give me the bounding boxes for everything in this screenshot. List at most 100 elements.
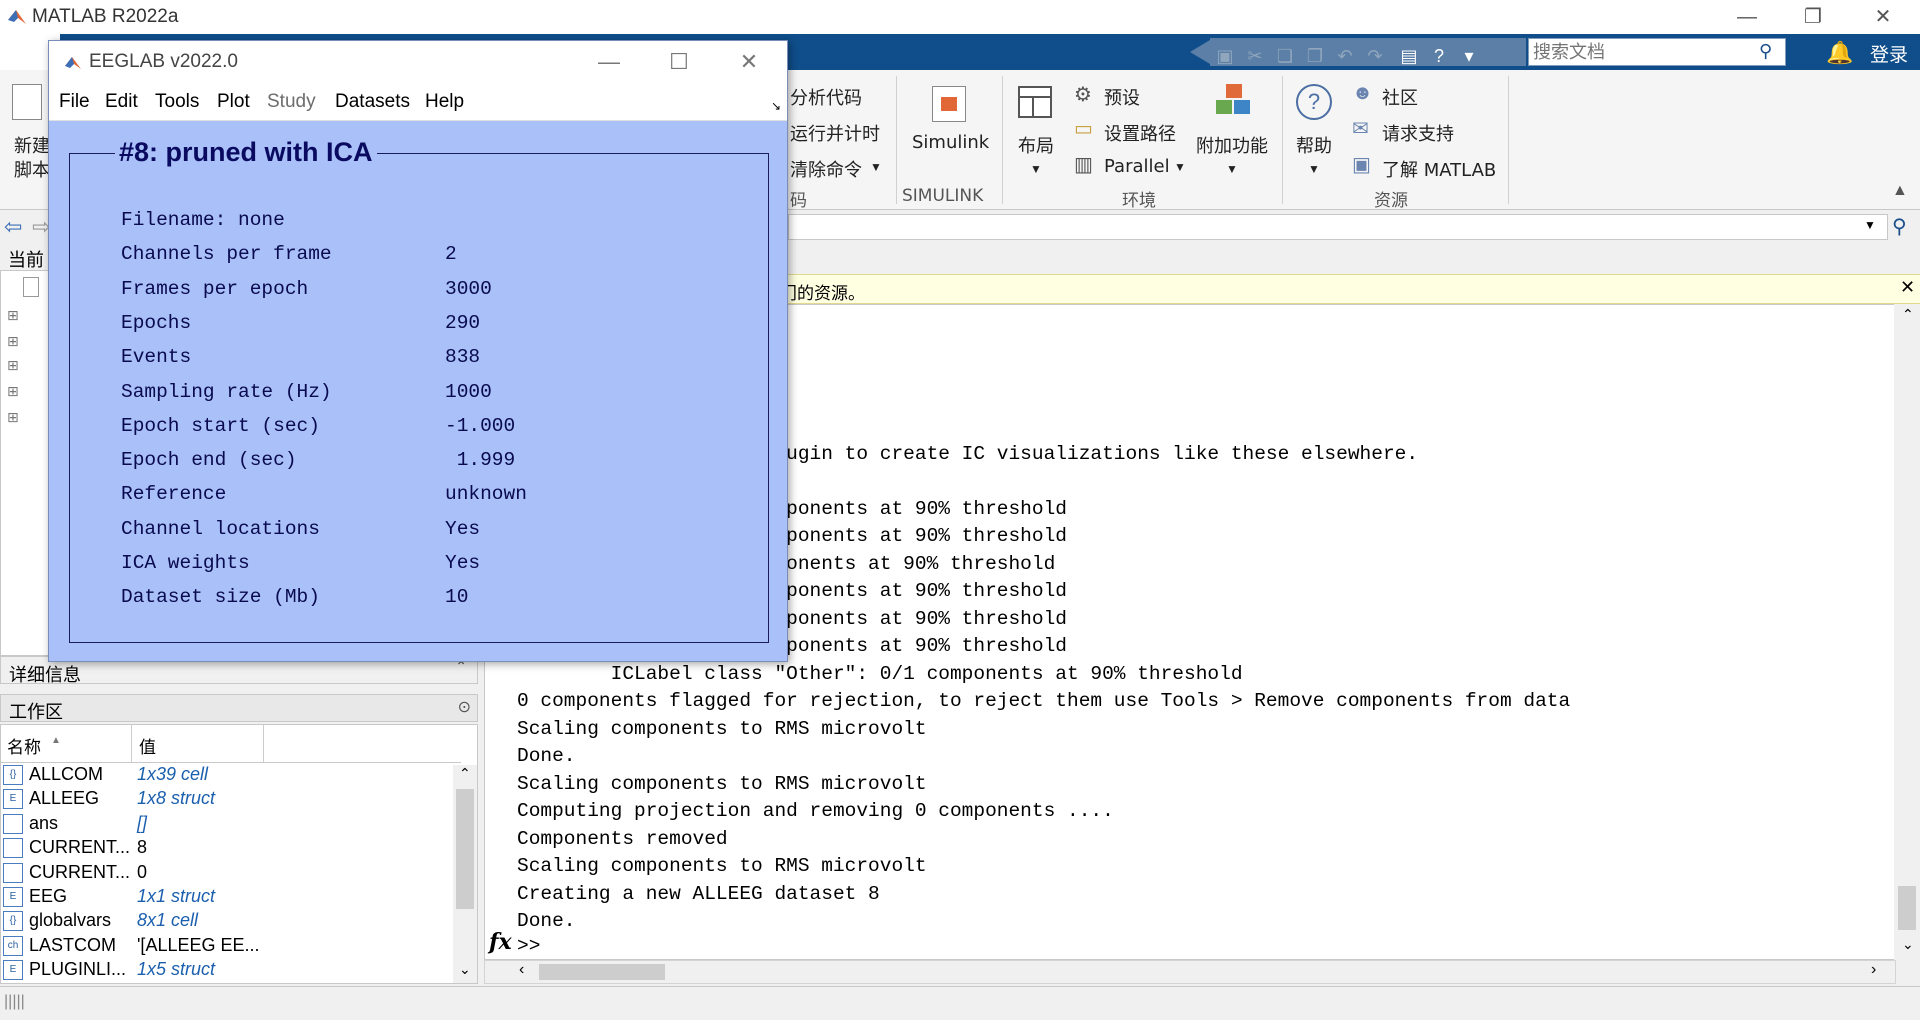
layout-icon[interactable] — [1018, 86, 1052, 118]
scroll-up-icon[interactable]: ⌃ — [459, 765, 471, 782]
addons-icon[interactable] — [1216, 84, 1252, 120]
menu-edit[interactable]: Edit — [105, 91, 138, 113]
close-hint-icon[interactable]: ✕ — [1900, 277, 1915, 298]
run-and-time-button[interactable]: 运行并计时 — [790, 120, 880, 146]
cut-icon[interactable]: ✂ — [1244, 46, 1266, 66]
new-script-label-2[interactable]: 脚本 — [14, 156, 50, 182]
close-button[interactable]: ✕ — [721, 47, 777, 77]
workspace-panel[interactable]: 名称 ▲ 值 {} ALLCOM 1x39 cell E ALLEEG 1x8 struc… — [0, 724, 478, 984]
notification-bell-icon[interactable]: 🔔 — [1826, 40, 1853, 66]
learn-matlab-button[interactable]: 了解 MATLAB — [1382, 156, 1496, 182]
redo-icon[interactable]: ↷ — [1364, 46, 1386, 66]
col-name-header[interactable]: 名称 — [7, 733, 41, 758]
collapse-ribbon-icon[interactable]: ▲ — [1892, 182, 1908, 200]
expand-icon[interactable]: ⊞ — [7, 357, 19, 374]
path-dropdown-icon[interactable]: ▼ — [1864, 218, 1876, 232]
info-value: -1.000 — [445, 414, 516, 437]
simulink-button[interactable]: Simulink — [912, 132, 989, 153]
maximize-button[interactable]: ☐ — [651, 47, 707, 77]
set-path-button[interactable]: 设置路径 — [1104, 120, 1176, 146]
eeglab-window[interactable]: EEGLAB v2022.0 — ☐ ✕ File Edit Tools Plo… — [48, 40, 788, 662]
chevron-down-icon[interactable]: ▼ — [1174, 160, 1186, 174]
command-horizontal-scrollbar[interactable]: ‹ › — [484, 960, 1896, 984]
minimize-button[interactable]: — — [581, 47, 637, 77]
workspace-row[interactable]: {} ALLCOM 1x39 cell — [1, 763, 457, 787]
parallel-button[interactable]: Parallel — [1104, 156, 1170, 177]
layout-button[interactable]: 布局 — [1018, 132, 1054, 158]
workspace-row[interactable]: ch LASTCOM '[ALLEEG EE... — [1, 934, 457, 958]
variable-type-icon: E — [3, 960, 23, 981]
search-icon[interactable]: ⚲ — [1759, 41, 1781, 63]
scroll-right-icon[interactable]: › — [1871, 961, 1876, 979]
addons-button[interactable]: 附加功能 — [1196, 132, 1268, 158]
doc-search-input[interactable] — [1529, 39, 1749, 65]
workspace-row[interactable]: CURRENT... 0 — [1, 861, 457, 885]
command-vertical-scrollbar[interactable]: ⌃ ⌄ — [1894, 304, 1920, 960]
help-button[interactable]: 帮助 — [1296, 132, 1332, 158]
workspace-row[interactable]: E ALLEEG 1x8 struct — [1, 787, 457, 811]
chevron-down-icon[interactable]: ▼ — [1226, 162, 1238, 176]
workspace-row[interactable]: {} globalvars 8x1 cell — [1, 909, 457, 933]
back-icon[interactable]: ⇦ — [4, 214, 22, 240]
current-folder-path-field[interactable] — [788, 214, 1888, 240]
workspace-row[interactable]: E EEG 1x1 struct — [1, 885, 457, 909]
menu-datasets[interactable]: Datasets — [335, 91, 410, 113]
close-button[interactable]: ✕ — [1860, 4, 1906, 30]
minimize-button[interactable]: — — [1724, 4, 1770, 30]
menu-file[interactable]: File — [59, 91, 90, 113]
new-script-label-1[interactable]: 新建 — [14, 132, 50, 158]
hint-text: 门的资源。 — [780, 284, 865, 304]
simulink-icon[interactable] — [932, 86, 966, 122]
help-icon[interactable]: ? — [1296, 84, 1332, 120]
menu-tools[interactable]: Tools — [155, 91, 199, 113]
scroll-down-icon[interactable]: ⌄ — [1902, 936, 1914, 953]
search-folder-icon[interactable]: ⚲ — [1892, 214, 1907, 239]
menu-plot[interactable]: Plot — [217, 91, 250, 113]
login-link[interactable]: 登录 — [1870, 40, 1908, 67]
resize-grip-icon: ||||| — [4, 993, 25, 1010]
command-prompt[interactable]: >> — [517, 935, 540, 957]
save-icon[interactable]: ▣ — [1214, 46, 1236, 66]
workspace-row[interactable]: CURRENT... 8 — [1, 836, 457, 860]
restore-button[interactable]: ❐ — [1790, 4, 1836, 30]
customize-toolbar-icon[interactable]: ▾ — [1458, 46, 1480, 66]
help-icon[interactable]: ? — [1428, 46, 1450, 66]
scroll-thumb[interactable] — [539, 964, 665, 980]
menu-study[interactable]: Study — [267, 91, 316, 113]
menu-help[interactable]: Help — [425, 91, 464, 113]
preferences-button[interactable]: 预设 — [1104, 84, 1140, 110]
fx-icon[interactable]: fx — [489, 929, 512, 955]
undo-icon[interactable]: ↶ — [1334, 46, 1356, 66]
workspace-row[interactable]: ans [] — [1, 812, 457, 836]
workspace-scrollbar[interactable]: ⌃ ⌄ — [453, 765, 477, 983]
copy-icon[interactable]: ❏ — [1274, 46, 1296, 66]
chevron-down-icon[interactable]: ▼ — [1030, 162, 1042, 176]
new-script-icon[interactable] — [12, 84, 42, 120]
scroll-left-icon[interactable]: ‹ — [519, 961, 524, 979]
analyze-code-button[interactable]: 分析代码 — [790, 84, 862, 110]
clear-commands-button[interactable]: 清除命令 — [790, 156, 862, 182]
community-button[interactable]: 社区 — [1382, 84, 1418, 110]
expand-icon[interactable]: ⊞ — [7, 409, 19, 426]
scroll-thumb[interactable] — [1898, 886, 1916, 930]
resources-group-label: 资源 — [1374, 191, 1408, 211]
scroll-up-icon[interactable]: ⌃ — [1902, 306, 1914, 323]
doc-search-box[interactable]: ⚲ — [1528, 38, 1786, 66]
col-value-header[interactable]: 值 — [139, 733, 156, 758]
workspace-actions-icon[interactable]: ⊙ — [458, 697, 471, 716]
expand-icon[interactable]: ⊞ — [7, 383, 19, 400]
scroll-thumb[interactable] — [456, 789, 474, 909]
chevron-down-icon[interactable]: ▼ — [1308, 162, 1320, 176]
folder-path-icon: ▭ — [1074, 118, 1093, 140]
dock-arrow-icon[interactable]: ↘ — [771, 99, 781, 113]
chevron-down-icon[interactable]: ▼ — [870, 160, 882, 174]
toolbar-collapse-icon[interactable] — [1190, 40, 1210, 64]
expand-icon[interactable]: ⊞ — [7, 307, 19, 324]
scroll-down-icon[interactable]: ⌄ — [459, 961, 471, 978]
paste-icon[interactable]: ❐ — [1304, 46, 1326, 66]
expand-icon[interactable]: ⊞ — [7, 333, 19, 350]
workspace-row[interactable]: E PLUGINLI... 1x5 struct — [1, 958, 457, 982]
eeglab-title-bar[interactable]: EEGLAB v2022.0 — ☐ ✕ — [49, 41, 787, 83]
request-support-button[interactable]: 请求支持 — [1382, 120, 1454, 146]
switch-windows-icon[interactable]: ▤ — [1398, 46, 1420, 66]
